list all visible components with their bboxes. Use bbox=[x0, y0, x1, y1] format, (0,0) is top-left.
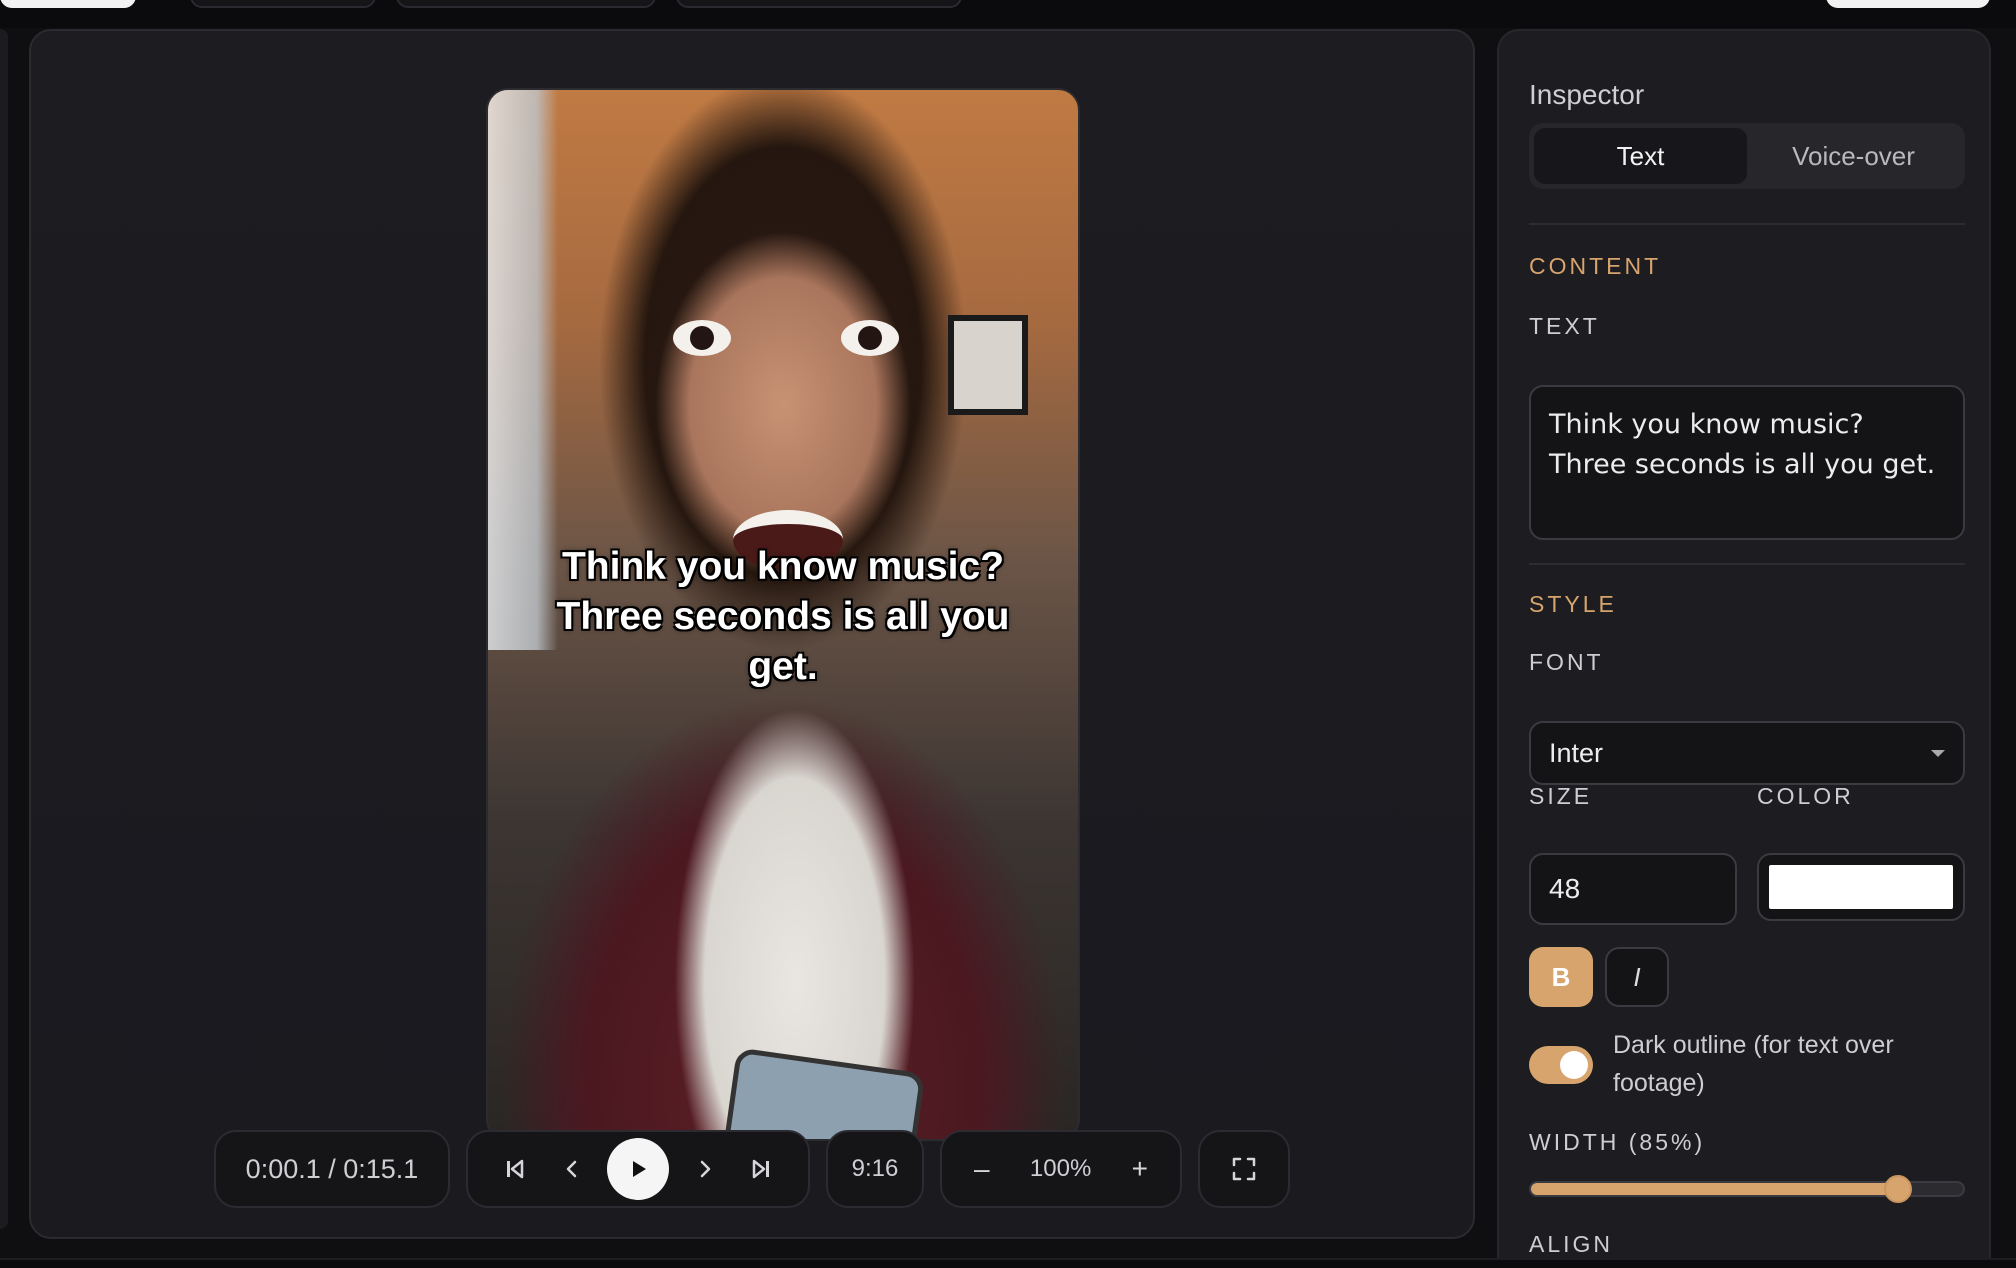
color-picker[interactable] bbox=[1757, 853, 1965, 921]
toolbar-button-right[interactable] bbox=[1826, 0, 1990, 8]
play-button[interactable] bbox=[607, 1138, 669, 1200]
inspector-title: Inspector bbox=[1529, 79, 1645, 110]
chevron-right-icon[interactable] bbox=[684, 1148, 726, 1190]
italic-toggle-button[interactable]: I bbox=[1605, 947, 1669, 1007]
bottom-strip bbox=[0, 1258, 2016, 1268]
dark-outline-toggle[interactable] bbox=[1529, 1046, 1593, 1084]
timecode-text: 0:00.1 / 0:15.1 bbox=[245, 1153, 419, 1184]
divider bbox=[1529, 223, 1965, 225]
divider bbox=[1529, 563, 1965, 565]
transport-controls bbox=[466, 1130, 810, 1208]
video-subject-phone bbox=[720, 1047, 926, 1139]
skip-to-start-icon[interactable] bbox=[494, 1148, 536, 1190]
fullscreen-icon bbox=[1232, 1157, 1256, 1181]
video-wall-frame bbox=[948, 315, 1028, 415]
play-icon bbox=[633, 1161, 646, 1177]
color-swatch bbox=[1769, 865, 1953, 909]
width-field-label: WIDTH (85%) bbox=[1529, 1129, 1706, 1155]
align-field-label: ALIGN bbox=[1529, 1231, 1614, 1257]
zoom-controls: – 100% + bbox=[940, 1130, 1182, 1208]
text-field-label: TEXT bbox=[1529, 313, 1600, 339]
font-size-input[interactable]: 48 bbox=[1529, 853, 1737, 925]
width-slider-fill bbox=[1531, 1183, 1899, 1195]
fullscreen-button[interactable] bbox=[1198, 1130, 1290, 1208]
toolbar-button-3[interactable] bbox=[676, 0, 962, 8]
video-subject-eyes bbox=[663, 320, 913, 380]
width-slider[interactable] bbox=[1529, 1175, 1965, 1203]
video-preview[interactable]: Think you know music? Three seconds is a… bbox=[486, 88, 1080, 1141]
video-caption-overlay[interactable]: Think you know music? Three seconds is a… bbox=[528, 542, 1038, 692]
zoom-out-button[interactable]: – bbox=[974, 1153, 990, 1185]
top-toolbar bbox=[0, 0, 2016, 28]
dark-outline-label: Dark outline (for text over footage) bbox=[1613, 1031, 1894, 1097]
tab-text[interactable]: Text bbox=[1534, 128, 1747, 184]
tab-voice-over[interactable]: Voice-over bbox=[1747, 128, 1960, 184]
toolbar-button-1[interactable] bbox=[190, 0, 376, 8]
width-slider-thumb[interactable] bbox=[1884, 1175, 1913, 1203]
inspector-panel: Inspector Text Voice-over CONTENT TEXT S… bbox=[1497, 29, 1991, 1258]
toolbar-button-2[interactable] bbox=[396, 0, 656, 8]
preview-canvas: Think you know music? Three seconds is a… bbox=[29, 29, 1475, 1239]
left-panel-edge bbox=[0, 29, 8, 1229]
caption-text-input[interactable] bbox=[1529, 385, 1965, 540]
section-style-heading: STYLE bbox=[1529, 591, 1617, 617]
timecode-display: 0:00.1 / 0:15.1 bbox=[214, 1130, 450, 1208]
font-select[interactable]: Inter bbox=[1529, 721, 1965, 785]
chevron-left-icon[interactable] bbox=[551, 1148, 593, 1190]
toggle-knob bbox=[1560, 1051, 1588, 1079]
aspect-ratio-button[interactable]: 9:16 bbox=[826, 1130, 924, 1208]
aspect-ratio-label: 9:16 bbox=[851, 1155, 899, 1182]
size-field-label: SIZE bbox=[1529, 783, 1593, 809]
color-field-label: COLOR bbox=[1757, 783, 1854, 809]
zoom-level: 100% bbox=[1029, 1155, 1092, 1182]
font-select-value: Inter bbox=[1549, 737, 1604, 768]
inspector-tabs: Text Voice-over bbox=[1529, 123, 1965, 189]
bold-toggle-button[interactable]: B bbox=[1529, 947, 1593, 1007]
skip-to-end-icon[interactable] bbox=[740, 1148, 782, 1190]
toolbar-button-left[interactable] bbox=[0, 0, 136, 8]
section-content-heading: CONTENT bbox=[1529, 253, 1662, 279]
caret-down-icon bbox=[1931, 749, 1945, 757]
font-size-value: 48 bbox=[1549, 873, 1581, 904]
zoom-in-button[interactable]: + bbox=[1132, 1153, 1148, 1185]
font-field-label: FONT bbox=[1529, 649, 1604, 675]
